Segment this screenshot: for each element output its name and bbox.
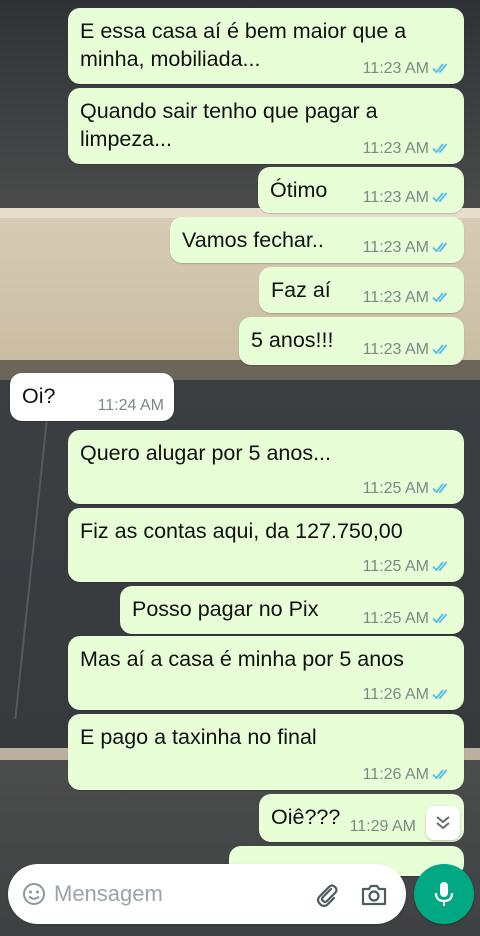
read-ticks-icon: [432, 769, 448, 780]
message-bubble-outgoing[interactable]: Quero alugar por 5 anos... 11:25 AM: [68, 430, 464, 504]
message-time: 11:23 AM: [362, 289, 429, 306]
message-meta: 11:25 AM: [363, 558, 454, 576]
message-meta: 11:23 AM: [363, 140, 454, 158]
voice-message-button[interactable]: [414, 864, 474, 924]
message-meta: 11:23 AM: [363, 60, 454, 78]
message-composer[interactable]: Mensagem: [8, 864, 406, 924]
emoji-icon[interactable]: [22, 882, 46, 906]
microphone-icon: [434, 882, 454, 906]
message-time: 11:25 AM: [362, 558, 429, 575]
message-input[interactable]: Mensagem: [54, 881, 163, 907]
message-meta: 11:25 AM: [363, 480, 454, 498]
message-bubble-outgoing[interactable]: E pago a taxinha no final 11:26 AM: [68, 714, 464, 790]
message-meta: 11:29 AM: [350, 818, 416, 836]
read-ticks-icon: [432, 63, 448, 74]
message-text: Quero alugar por 5 anos...: [80, 441, 331, 465]
message-bubble-outgoing[interactable]: Quando sair tenho que pagar a limpeza...…: [68, 88, 464, 164]
message-time: 11:23 AM: [362, 239, 429, 256]
message-bubble-outgoing[interactable]: E essa casa aí é bem maior que a minha, …: [68, 8, 464, 84]
message-meta: 11:23 AM: [363, 289, 454, 307]
read-ticks-icon: [432, 192, 448, 203]
read-ticks-icon: [432, 292, 448, 303]
message-time: 11:26 AM: [362, 766, 429, 783]
message-time: 11:23 AM: [362, 140, 429, 157]
read-ticks-icon: [432, 561, 448, 572]
message-bubble-outgoing[interactable]: Posso pagar no Pix 11:25 AM: [120, 586, 464, 634]
paperclip-icon[interactable]: [314, 882, 340, 908]
read-ticks-icon: [432, 344, 448, 355]
message-meta: 11:25 AM: [363, 610, 454, 628]
message-text: E pago a taxinha no final: [80, 725, 317, 749]
read-ticks-icon: [432, 143, 448, 154]
message-time: 11:23 AM: [362, 341, 429, 358]
message-text: Fiz as contas aqui, da 127.750,00: [80, 519, 403, 543]
message-time: 11:26 AM: [362, 686, 429, 703]
message-meta: 11:26 AM: [363, 766, 454, 784]
message-bubble-incoming[interactable]: Oi? 11:24 AM: [10, 373, 174, 421]
read-ticks-icon: [432, 689, 448, 700]
message-text: Mas aí a casa é minha por 5 anos: [80, 647, 404, 671]
message-time: 11:23 AM: [362, 189, 429, 206]
message-bubble-outgoing[interactable]: Faz aí 11:23 AM: [259, 267, 464, 313]
read-ticks-icon: [432, 613, 448, 624]
message-meta: 11:24 AM: [98, 397, 164, 415]
message-meta: 11:23 AM: [363, 239, 454, 257]
scroll-to-bottom-button[interactable]: [426, 806, 460, 840]
read-ticks-icon: [432, 242, 448, 253]
read-ticks-icon: [432, 483, 448, 494]
message-time: 11:25 AM: [362, 610, 429, 627]
message-bubble-outgoing[interactable]: Mas aí a casa é minha por 5 anos 11:26 A…: [68, 636, 464, 710]
message-meta: 11:26 AM: [363, 686, 454, 704]
message-bubble-outgoing[interactable]: 5 anos!!! 11:23 AM: [239, 317, 464, 365]
message-bubble-outgoing[interactable]: Fiz as contas aqui, da 127.750,00 11:25 …: [68, 508, 464, 582]
message-meta: 11:23 AM: [363, 341, 454, 359]
message-time: 11:23 AM: [362, 60, 429, 77]
message-meta: 11:23 AM: [363, 189, 454, 207]
message-bubble-outgoing[interactable]: Vamos fechar.. 11:23 AM: [170, 217, 464, 263]
message-bubble-outgoing[interactable]: Ótimo 11:23 AM: [258, 167, 464, 213]
message-time: 11:25 AM: [362, 480, 429, 497]
message-time: 11:29 AM: [349, 818, 416, 835]
message-time: 11:24 AM: [97, 397, 164, 414]
camera-icon[interactable]: [360, 882, 388, 908]
double-chevron-down-icon: [436, 816, 450, 830]
